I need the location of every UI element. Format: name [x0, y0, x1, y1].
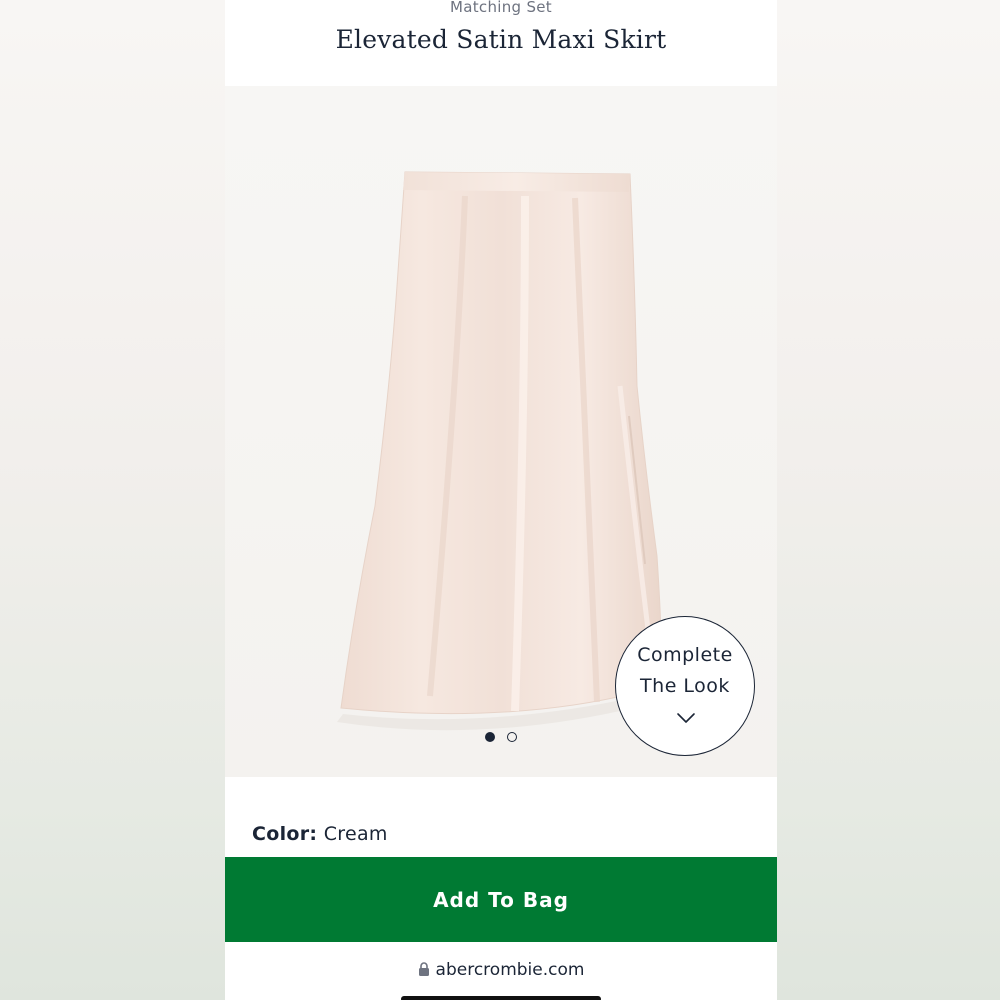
collection-eyebrow: Matching Set — [450, 0, 552, 16]
product-header: Matching Set Elevated Satin Maxi Skirt — [225, 0, 777, 86]
color-value: Cream — [323, 823, 388, 845]
url-text: abercrombie.com — [435, 960, 585, 980]
add-to-bag-button[interactable]: Add To Bag — [225, 857, 777, 942]
product-image-gallery[interactable]: Complete The Look — [225, 86, 777, 777]
carousel-dot-1[interactable] — [485, 732, 495, 742]
mobile-screen: Matching Set Elevated Satin Maxi Skirt C… — [225, 0, 777, 1000]
lock-icon — [418, 962, 429, 976]
complete-the-look-button[interactable]: Complete The Look — [615, 616, 755, 756]
complete-look-line2: The Look — [640, 675, 730, 697]
home-indicator[interactable] — [401, 996, 601, 1000]
product-title: Elevated Satin Maxi Skirt — [335, 25, 667, 54]
chevron-down-icon — [677, 713, 695, 723]
carousel-dot-2[interactable] — [507, 732, 517, 742]
background-blur-right — [777, 0, 1000, 1000]
browser-address-bar[interactable]: abercrombie.com — [225, 942, 777, 1000]
color-label: Color: — [252, 823, 318, 845]
complete-look-line1: Complete — [637, 644, 733, 666]
url-display[interactable]: abercrombie.com — [225, 960, 777, 980]
color-selection: Color: Cream — [252, 823, 388, 845]
background-blur-left — [0, 0, 225, 1000]
